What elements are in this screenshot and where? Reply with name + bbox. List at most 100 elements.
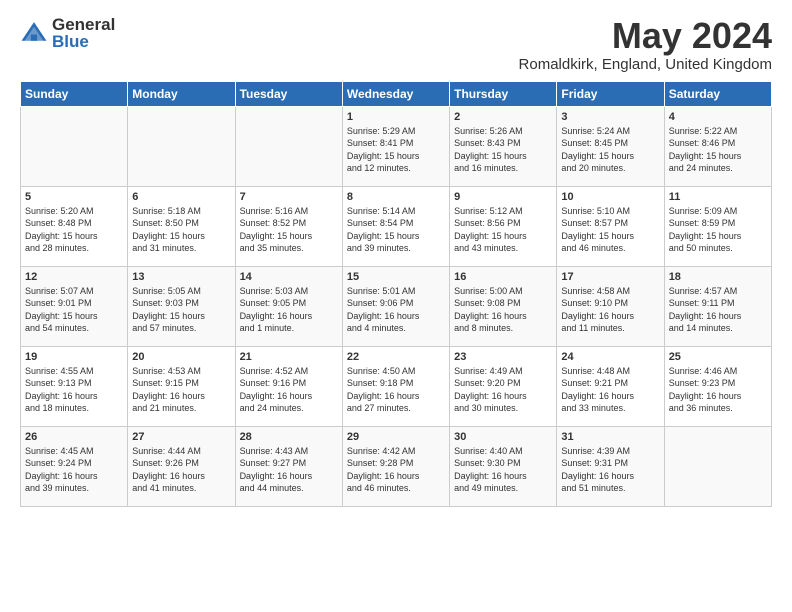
day-info: Sunrise: 4:50 AM Sunset: 9:18 PM Dayligh… [347,365,445,415]
calendar-week-row: 19 Sunrise: 4:55 AM Sunset: 9:13 PM Dayli… [21,346,772,426]
day-info: Sunrise: 4:53 AM Sunset: 9:15 PM Dayligh… [132,365,230,415]
calendar-cell: 2Sunrise: 5:26 AM Sunset: 8:43 PM Daylig… [450,106,557,186]
calendar-cell: 13 Sunrise: 5:05 AM Sunset: 9:03 PM Dayli… [128,266,235,346]
calendar-week-row: 26Sunrise: 4:45 AM Sunset: 9:24 PM Dayli… [21,426,772,506]
header-day-thursday: Thursday [450,81,557,106]
day-info: Sunrise: 5:22 AM Sunset: 8:46 PM Dayligh… [669,125,767,175]
day-info: Sunrise: 5:05 AM Sunset: 9:03 PM Dayligh… [132,285,230,335]
calendar-cell: 21 Sunrise: 4:52 AM Sunset: 9:16 PM Dayli… [235,346,342,426]
logo: General Blue [20,16,115,50]
day-number: 4 [669,111,767,123]
header-day-tuesday: Tuesday [235,81,342,106]
location: Romaldkirk, England, United Kingdom [519,56,772,73]
day-info: Sunrise: 4:40 AM Sunset: 9:30 PM Dayligh… [454,445,552,495]
header-day-saturday: Saturday [664,81,771,106]
calendar-cell: 5Sunrise: 5:20 AM Sunset: 8:48 PM Daylig… [21,186,128,266]
day-info: Sunrise: 5:01 AM Sunset: 9:06 PM Dayligh… [347,285,445,335]
day-number: 22 [347,351,445,363]
calendar-table: SundayMondayTuesdayWednesdayThursdayFrid… [20,81,772,507]
calendar-page: General Blue May 2024 Romaldkirk, Englan… [0,0,792,612]
day-number: 15 [347,271,445,283]
day-number: 30 [454,431,552,443]
calendar-cell: 4 Sunrise: 5:22 AM Sunset: 8:46 PM Daylig… [664,106,771,186]
day-info: Sunrise: 5:20 AM Sunset: 8:48 PM Dayligh… [25,205,123,255]
calendar-cell: 24 Sunrise: 4:48 AM Sunset: 9:21 PM Dayli… [557,346,664,426]
day-info: Sunrise: 4:57 AM Sunset: 9:11 PM Dayligh… [669,285,767,335]
calendar-week-row: 12 Sunrise: 5:07 AM Sunset: 9:01 PM Dayli… [21,266,772,346]
day-number: 19 [25,351,123,363]
month-title: May 2024 [519,16,772,56]
calendar-cell: 20 Sunrise: 4:53 AM Sunset: 9:15 PM Dayli… [128,346,235,426]
calendar-cell: 15 Sunrise: 5:01 AM Sunset: 9:06 PM Dayli… [342,266,449,346]
calendar-cell: 11Sunrise: 5:09 AM Sunset: 8:59 PM Dayli… [664,186,771,266]
logo-general: General [52,16,115,33]
page-header: General Blue May 2024 Romaldkirk, Englan… [20,16,772,73]
day-info: Sunrise: 5:14 AM Sunset: 8:54 PM Dayligh… [347,205,445,255]
logo-text: General Blue [52,16,115,50]
day-number: 13 [132,271,230,283]
day-info: Sunrise: 4:39 AM Sunset: 9:31 PM Dayligh… [561,445,659,495]
logo-blue: Blue [52,33,115,50]
day-info: Sunrise: 4:49 AM Sunset: 9:20 PM Dayligh… [454,365,552,415]
header-day-sunday: Sunday [21,81,128,106]
calendar-cell: 16Sunrise: 5:00 AM Sunset: 9:08 PM Dayli… [450,266,557,346]
day-number: 21 [240,351,338,363]
day-number: 8 [347,191,445,203]
day-info: Sunrise: 4:46 AM Sunset: 9:23 PM Dayligh… [669,365,767,415]
calendar-cell: 22 Sunrise: 4:50 AM Sunset: 9:18 PM Dayli… [342,346,449,426]
calendar-cell [21,106,128,186]
day-info: Sunrise: 5:16 AM Sunset: 8:52 PM Dayligh… [240,205,338,255]
calendar-cell [235,106,342,186]
calendar-cell: 17Sunrise: 4:58 AM Sunset: 9:10 PM Dayli… [557,266,664,346]
day-number: 23 [454,351,552,363]
calendar-cell: 23 Sunrise: 4:49 AM Sunset: 9:20 PM Dayli… [450,346,557,426]
calendar-cell: 29 Sunrise: 4:42 AM Sunset: 9:28 PM Dayli… [342,426,449,506]
calendar-cell: 9 Sunrise: 5:12 AM Sunset: 8:56 PM Daylig… [450,186,557,266]
calendar-cell: 19 Sunrise: 4:55 AM Sunset: 9:13 PM Dayli… [21,346,128,426]
day-number: 25 [669,351,767,363]
calendar-cell: 26Sunrise: 4:45 AM Sunset: 9:24 PM Dayli… [21,426,128,506]
calendar-cell [664,426,771,506]
day-info: Sunrise: 4:58 AM Sunset: 9:10 PM Dayligh… [561,285,659,335]
calendar-cell: 28Sunrise: 4:43 AM Sunset: 9:27 PM Dayli… [235,426,342,506]
calendar-header-row: SundayMondayTuesdayWednesdayThursdayFrid… [21,81,772,106]
header-day-wednesday: Wednesday [342,81,449,106]
calendar-cell: 12 Sunrise: 5:07 AM Sunset: 9:01 PM Dayli… [21,266,128,346]
day-number: 20 [132,351,230,363]
calendar-cell [128,106,235,186]
day-number: 28 [240,431,338,443]
logo-icon [20,19,48,47]
day-number: 12 [25,271,123,283]
day-info: Sunrise: 5:10 AM Sunset: 8:57 PM Dayligh… [561,205,659,255]
day-number: 1 [347,111,445,123]
day-info: Sunrise: 5:29 AM Sunset: 8:41 PM Dayligh… [347,125,445,175]
day-number: 10 [561,191,659,203]
day-info: Sunrise: 5:12 AM Sunset: 8:56 PM Dayligh… [454,205,552,255]
day-info: Sunrise: 5:24 AM Sunset: 8:45 PM Dayligh… [561,125,659,175]
day-info: Sunrise: 5:26 AM Sunset: 8:43 PM Dayligh… [454,125,552,175]
day-number: 14 [240,271,338,283]
calendar-cell: 14 Sunrise: 5:03 AM Sunset: 9:05 PM Dayli… [235,266,342,346]
day-number: 24 [561,351,659,363]
day-info: Sunrise: 4:48 AM Sunset: 9:21 PM Dayligh… [561,365,659,415]
day-info: Sunrise: 4:52 AM Sunset: 9:16 PM Dayligh… [240,365,338,415]
day-number: 9 [454,191,552,203]
calendar-cell: 7 Sunrise: 5:16 AM Sunset: 8:52 PM Daylig… [235,186,342,266]
calendar-cell: 3Sunrise: 5:24 AM Sunset: 8:45 PM Daylig… [557,106,664,186]
day-info: Sunrise: 5:07 AM Sunset: 9:01 PM Dayligh… [25,285,123,335]
calendar-cell: 30 Sunrise: 4:40 AM Sunset: 9:30 PM Dayli… [450,426,557,506]
calendar-week-row: 5Sunrise: 5:20 AM Sunset: 8:48 PM Daylig… [21,186,772,266]
day-info: Sunrise: 4:42 AM Sunset: 9:28 PM Dayligh… [347,445,445,495]
day-number: 7 [240,191,338,203]
day-number: 29 [347,431,445,443]
header-day-friday: Friday [557,81,664,106]
calendar-week-row: 1 Sunrise: 5:29 AM Sunset: 8:41 PM Daylig… [21,106,772,186]
day-info: Sunrise: 4:44 AM Sunset: 9:26 PM Dayligh… [132,445,230,495]
day-info: Sunrise: 5:03 AM Sunset: 9:05 PM Dayligh… [240,285,338,335]
day-info: Sunrise: 4:45 AM Sunset: 9:24 PM Dayligh… [25,445,123,495]
calendar-cell: 27 Sunrise: 4:44 AM Sunset: 9:26 PM Dayli… [128,426,235,506]
day-info: Sunrise: 4:55 AM Sunset: 9:13 PM Dayligh… [25,365,123,415]
day-number: 11 [669,191,767,203]
day-number: 27 [132,431,230,443]
day-number: 18 [669,271,767,283]
